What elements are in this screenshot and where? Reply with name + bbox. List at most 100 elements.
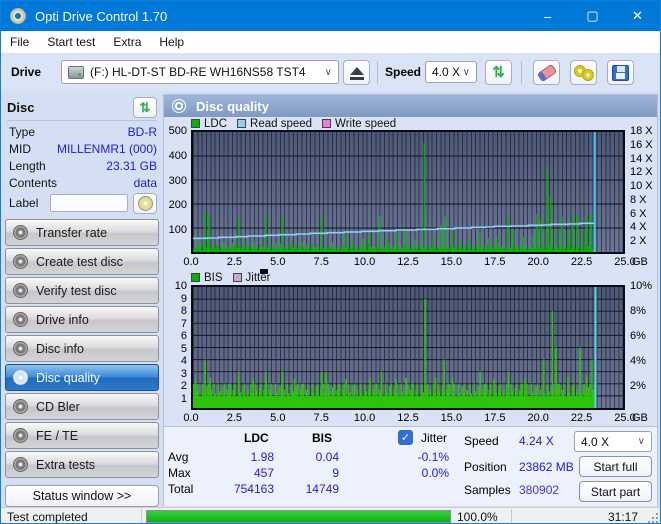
total-bis-value: 14749 bbox=[284, 482, 339, 496]
start-part-button[interactable]: Start part bbox=[579, 481, 652, 502]
resize-grip-icon[interactable] bbox=[648, 513, 658, 523]
y-axis-tick-right: 14 X bbox=[630, 153, 660, 165]
x-axis-tick: 5.0 bbox=[270, 256, 285, 268]
sidebar-item-drive-info[interactable]: Drive info bbox=[5, 306, 159, 333]
x-axis-unit: GB bbox=[632, 412, 648, 424]
avg-row-label: Avg bbox=[168, 450, 188, 464]
test-speed-select-value: 4.0 X bbox=[581, 435, 609, 449]
y-axis-tick-right: 4 X bbox=[630, 221, 660, 233]
avg-bis-value: 0.04 bbox=[284, 450, 339, 464]
menu-help[interactable]: Help bbox=[150, 32, 193, 52]
y-axis-tick-left: 9 bbox=[161, 293, 187, 305]
y-axis-tick-left: 300 bbox=[161, 175, 187, 187]
sidebar-item-verify-test-disc[interactable]: Verify test disc bbox=[5, 277, 159, 304]
settings-button[interactable] bbox=[570, 60, 597, 85]
stats-panel: LDC BIS ✓ Jitter Avg 1.98 0.04 -0.1% Max… bbox=[164, 427, 657, 506]
x-axis-tick: 20.0 bbox=[527, 412, 548, 424]
x-axis-tick: 0.0 bbox=[183, 256, 198, 268]
floppy-disk-icon bbox=[612, 65, 629, 81]
status-window-button[interactable]: Status window >> bbox=[5, 485, 159, 507]
y-axis-tick-right: 2 X bbox=[630, 235, 660, 247]
app-window: Opti Drive Control 1.70 – ▢ ✕ File Start… bbox=[0, 0, 661, 524]
cd-icon bbox=[138, 196, 153, 211]
drive-icon bbox=[68, 66, 84, 79]
maximize-button[interactable]: ▢ bbox=[570, 1, 615, 31]
test-speed-select[interactable]: 4.0 X ∨ bbox=[574, 431, 652, 452]
disc-contents-value[interactable]: data bbox=[134, 176, 157, 191]
ldc-chart-plot bbox=[191, 130, 625, 254]
x-axis-tick: 12.5 bbox=[397, 412, 418, 424]
eject-icon bbox=[350, 67, 364, 75]
total-row-label: Total bbox=[168, 482, 193, 496]
sidebar-item-extra-tests[interactable]: Extra tests bbox=[5, 451, 159, 478]
cd-icon bbox=[13, 254, 28, 269]
disc-label-button[interactable] bbox=[133, 193, 157, 214]
jitter-checkbox[interactable]: ✓ bbox=[398, 430, 413, 445]
y-axis-tick-right: 18 X bbox=[630, 125, 660, 137]
menu-extra[interactable]: Extra bbox=[104, 32, 150, 52]
y-axis-tick-right: 12 X bbox=[630, 166, 660, 178]
window-title: Opti Drive Control 1.70 bbox=[35, 9, 167, 24]
refresh-disc-button[interactable]: ⇅ bbox=[133, 97, 157, 118]
menu-start-test[interactable]: Start test bbox=[38, 32, 104, 52]
sidebar-item-label: Disc info bbox=[36, 342, 84, 356]
save-button[interactable] bbox=[607, 60, 634, 85]
chevron-down-icon: ∨ bbox=[463, 67, 470, 78]
progress-percent: 100.0% bbox=[457, 510, 498, 524]
panel-title: Disc quality bbox=[196, 99, 269, 114]
legend-label: Read speed bbox=[250, 118, 312, 130]
app-disc-icon bbox=[10, 8, 26, 24]
cd-icon bbox=[13, 457, 28, 472]
close-button[interactable]: ✕ bbox=[615, 1, 660, 31]
speed-select[interactable]: 4.0 X ∨ bbox=[425, 61, 477, 83]
y-axis-tick-left: 2 bbox=[161, 380, 187, 392]
chevron-down-icon: ∨ bbox=[638, 436, 645, 447]
sidebar-item-label: Create test disc bbox=[36, 255, 123, 269]
x-axis-tick: 22.5 bbox=[571, 412, 592, 424]
sidebar-item-create-test-disc[interactable]: Create test disc bbox=[5, 248, 159, 275]
y-axis-tick-left: 7 bbox=[161, 318, 187, 330]
x-axis-tick: 15.0 bbox=[441, 256, 462, 268]
x-axis-tick: 20.0 bbox=[527, 256, 548, 268]
ldc-column-header: LDC bbox=[244, 431, 269, 445]
sidebar-item-label: CD Bler bbox=[36, 400, 80, 414]
erase-disc-button[interactable] bbox=[533, 60, 560, 85]
cd-icon bbox=[13, 312, 28, 327]
x-axis-tick: 2.5 bbox=[227, 412, 242, 424]
x-axis-tick: 7.5 bbox=[314, 412, 329, 424]
eject-button[interactable] bbox=[343, 60, 370, 85]
disc-mid-label: MID bbox=[9, 142, 31, 157]
sidebar-item-fe-te[interactable]: FE / TE bbox=[5, 422, 159, 449]
jitter-legend-swatch bbox=[233, 273, 242, 282]
x-axis-tick: 2.5 bbox=[227, 256, 242, 268]
speed-stat-value: 4.24 X bbox=[519, 434, 567, 448]
check-icon: ✓ bbox=[401, 431, 410, 444]
y-axis-tick-left: 200 bbox=[161, 199, 187, 211]
panel-header: Disc quality bbox=[164, 95, 657, 117]
gears-icon bbox=[574, 65, 594, 81]
disc-label-input[interactable] bbox=[50, 194, 128, 212]
y-axis-tick-right: 6% bbox=[630, 330, 660, 342]
sidebar-item-disc-quality[interactable]: Disc quality bbox=[5, 364, 159, 391]
drive-select[interactable]: (F:) HL-DT-ST BD-RE WH16NS58 TST4 ∨ bbox=[61, 60, 339, 84]
speed-select-value: 4.0 X bbox=[432, 65, 460, 79]
menu-file[interactable]: File bbox=[1, 32, 38, 52]
max-jitter-value: 0.0% bbox=[389, 466, 449, 480]
toolbar-separator bbox=[521, 61, 522, 84]
refresh-drive-button[interactable]: ⇅ bbox=[485, 60, 512, 85]
legend-label: BIS bbox=[204, 272, 223, 284]
sidebar-item-disc-info[interactable]: Disc info bbox=[5, 335, 159, 362]
x-axis-tick: 17.5 bbox=[484, 256, 505, 268]
legend-label: LDC bbox=[204, 118, 227, 130]
sidebar-item-transfer-rate[interactable]: Transfer rate bbox=[5, 219, 159, 246]
sidebar-item-cd-bler[interactable]: CD Bler bbox=[5, 393, 159, 420]
minimize-button[interactable]: – bbox=[525, 1, 570, 31]
statusbar-separator bbox=[141, 509, 142, 524]
chevron-down-icon: ∨ bbox=[325, 67, 332, 78]
cd-icon bbox=[13, 370, 28, 385]
speed-label: Speed bbox=[385, 65, 421, 79]
disc-quality-panel: Disc quality LDCRead speedWrite speed 10… bbox=[163, 94, 658, 506]
x-axis-tick: 0.0 bbox=[183, 412, 198, 424]
y-axis-tick-left: 1 bbox=[161, 393, 187, 405]
start-full-button[interactable]: Start full bbox=[579, 456, 652, 477]
